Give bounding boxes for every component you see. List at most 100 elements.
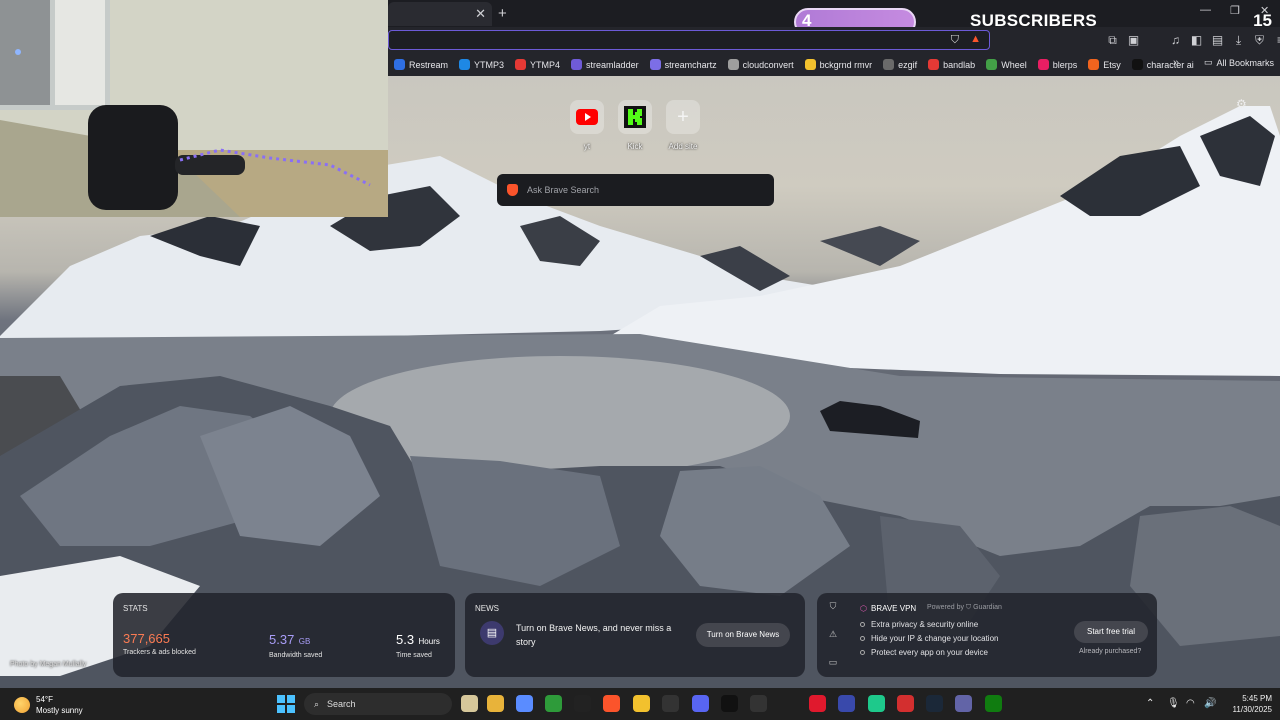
file-explorer-icon[interactable] <box>461 695 478 712</box>
bookmark-item[interactable]: YTMP4 <box>515 59 560 70</box>
already-purchased-link[interactable]: Already purchased? <box>1079 648 1141 655</box>
microphone-icon[interactable]: 🎙 <box>1167 698 1180 709</box>
extensions-icon[interactable]: ⧉ <box>1106 33 1119 48</box>
kick-icon <box>618 100 652 134</box>
app-icon[interactable] <box>662 695 679 712</box>
rewards-icon[interactable]: ▭ <box>825 657 841 668</box>
new-tab-button[interactable]: + <box>498 5 507 22</box>
discord-icon[interactable] <box>692 695 709 712</box>
warning-icon[interactable]: ⚠ <box>825 629 841 640</box>
top-site-add[interactable]: + Add site <box>666 100 700 151</box>
ytmp4-icon <box>515 59 527 70</box>
show-hidden-icons[interactable]: ⌃ <box>1146 698 1154 709</box>
app-icon[interactable] <box>868 695 885 712</box>
news-title: NEWS <box>475 604 499 613</box>
characterai-icon <box>1131 59 1143 70</box>
brave-search-box[interactable] <box>497 174 774 206</box>
trackers-stat: 377,665 Trackers & ads blocked <box>123 631 196 656</box>
bookmark-item[interactable]: YTMP3 <box>459 59 504 70</box>
bookmark-item[interactable]: ezgif <box>883 59 917 70</box>
screenshot-icon[interactable]: ▣ <box>1127 33 1140 48</box>
bookmark-item[interactable]: streamchartz <box>649 59 717 70</box>
app-icon[interactable] <box>750 695 767 712</box>
search-input[interactable] <box>527 182 762 198</box>
news-icon: ▤ <box>480 621 504 645</box>
xbox-icon[interactable] <box>545 695 562 712</box>
clock-date: 11/30/2025 <box>1232 705 1272 714</box>
bckgrnd-icon <box>804 59 816 70</box>
menu-icon[interactable]: ≡ <box>1274 33 1280 48</box>
address-bar[interactable]: ⛉ ▲ <box>388 30 990 50</box>
system-clock[interactable]: 5:45 PM 11/30/2025 <box>1224 693 1272 715</box>
vpn-title: ⬡ BRAVE VPN <box>860 604 916 613</box>
steam-icon[interactable] <box>926 695 943 712</box>
bookmark-label: bandlab <box>943 59 976 70</box>
wheel-icon <box>986 59 998 70</box>
folder-icon[interactable] <box>633 695 650 712</box>
trackers-desc: Trackers & ads blocked <box>123 649 196 656</box>
turn-on-news-button[interactable]: Turn on Brave News <box>696 623 790 647</box>
browser-tab[interactable]: ✕ <box>388 2 492 26</box>
taskbar-search[interactable]: ⌕ Search <box>304 693 452 715</box>
cloud-icon <box>727 59 739 70</box>
bookmark-label: streamladder <box>586 59 639 70</box>
copilot-icon[interactable] <box>516 695 533 712</box>
start-free-trial-button[interactable]: Start free trial <box>1074 621 1148 643</box>
wifi-icon[interactable]: ◠ <box>1186 698 1195 709</box>
bookmark-item[interactable]: bckgrnd rmvr <box>804 59 872 70</box>
bookmark-item[interactable]: Wheel <box>986 59 1027 70</box>
bookmark-item[interactable]: Restream <box>394 59 448 70</box>
all-bookmarks-button[interactable]: ▭ All Bookmarks <box>1204 57 1274 68</box>
bookmark-item[interactable]: character ai <box>1131 59 1194 70</box>
weather-widget[interactable]: 54°F Mostly sunny <box>14 694 83 716</box>
webcam-overlay <box>0 0 388 217</box>
bookmark-label: ezgif <box>898 59 918 70</box>
vpn-title-text: BRAVE VPN <box>870 604 917 613</box>
wallet-icon[interactable]: ▤ <box>1211 33 1224 48</box>
obs-icon[interactable] <box>721 695 738 712</box>
bookmark-item[interactable]: bandlab <box>928 59 975 70</box>
clock-time: 5:45 PM <box>1242 694 1272 703</box>
news-message: Turn on Brave News, and never miss a sto… <box>516 623 672 647</box>
downloads-icon[interactable]: ⤓ <box>1232 33 1245 48</box>
brave-rewards-icon[interactable]: ▲ <box>970 33 981 45</box>
vpn-icon[interactable]: ⛨ <box>1253 33 1266 48</box>
bookmark-item[interactable]: streamladder <box>571 59 639 70</box>
bookmarks-overflow-icon[interactable]: » <box>1173 57 1179 69</box>
teams-icon[interactable] <box>955 695 972 712</box>
top-site-kick[interactable]: Kick <box>618 100 652 151</box>
news-widget: NEWS ▤ Turn on Brave News, and never mis… <box>465 593 805 677</box>
toolbar-icons: ⧉ ▣ ♫ ◧ ▤ ⤓ ⛨ ≡ <box>1106 33 1280 48</box>
top-site-yt[interactable]: yt <box>570 100 604 151</box>
chrome-icon[interactable] <box>487 695 504 712</box>
bookmark-item[interactable]: blerps <box>1037 59 1077 70</box>
capcut-icon[interactable] <box>574 695 591 712</box>
media-icon[interactable]: ♫ <box>1169 33 1182 48</box>
bookmark-label: YTMP3 <box>474 59 505 70</box>
bookmark-label: Etsy <box>1103 59 1121 70</box>
xbox-app-icon[interactable] <box>985 695 1002 712</box>
vpn-logo-icon: ⬡ <box>860 604 867 613</box>
stats-title: STATS <box>123 604 148 613</box>
blerps-icon <box>1037 59 1049 70</box>
opera-icon[interactable] <box>809 695 826 712</box>
streamladder-icon <box>571 59 583 70</box>
taskbar-search-label: Search <box>327 699 356 709</box>
customize-settings-icon[interactable]: ⚙ <box>1236 97 1247 111</box>
brave-icon[interactable] <box>603 695 620 712</box>
app-icon[interactable] <box>838 695 855 712</box>
brave-shields-icon[interactable]: ⛉ <box>951 34 959 47</box>
windows-start-icon[interactable] <box>277 695 295 713</box>
etsy-icon <box>1088 59 1100 70</box>
volume-icon[interactable]: 🔊 <box>1204 698 1216 709</box>
app-icon[interactable] <box>897 695 914 712</box>
vpn-feature: Hide your IP & change your location <box>860 634 998 643</box>
shield-icon[interactable]: ⛉ <box>825 601 841 612</box>
photo-credit[interactable]: Photo by Megan Mullally <box>10 661 86 668</box>
vpn-feature: Extra privacy & security online <box>860 620 978 629</box>
close-tab-icon[interactable]: ✕ <box>475 6 486 22</box>
bookmark-item[interactable]: Etsy <box>1088 59 1121 70</box>
sidebar-icon[interactable]: ◧ <box>1190 33 1203 48</box>
bookmark-item[interactable]: cloudconvert <box>727 59 794 70</box>
bookmark-label: character ai <box>1146 59 1194 70</box>
